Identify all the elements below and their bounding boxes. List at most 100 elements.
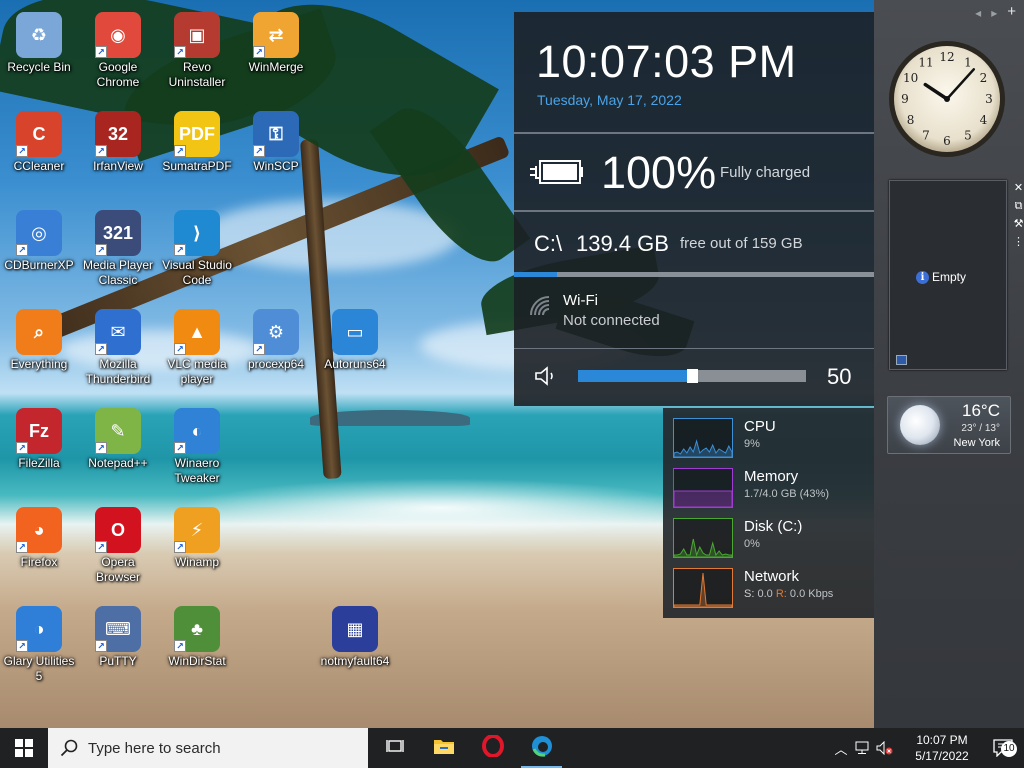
shortcut-arrow-icon: ↗ [174, 541, 186, 553]
action-center-button[interactable]: 10 [982, 728, 1024, 768]
drag-handle-icon[interactable]: ⋮ [1013, 234, 1024, 250]
perf-name: Disk (C:) [744, 518, 803, 535]
analog-clock-gadget[interactable]: 1 2 3 4 5 6 7 8 9 10 11 12 [886, 38, 1008, 160]
taskbar-task-view-button[interactable] [370, 728, 419, 768]
desktop-icon-everything[interactable]: ⌕ Everything [0, 301, 78, 393]
shortcut-arrow-icon: ↗ [95, 343, 107, 355]
perf-row-cpu[interactable]: CPU 9% [673, 418, 873, 462]
net-send-label: S: [744, 588, 755, 600]
desktop-icon-firefox[interactable]: ◕ ↗ Firefox [0, 499, 78, 591]
desktop-icon-label: Visual Studio Code [162, 258, 232, 287]
network-icon[interactable] [852, 728, 874, 768]
desktop-icon-autoruns[interactable]: ▭ Autoruns64 [316, 301, 394, 393]
desktop-icon-chrome[interactable]: ◉ ↗ Google Chrome [79, 4, 157, 96]
desktop-icon-putty[interactable]: ⌨ ↗ PuTTY [79, 598, 157, 690]
taskbar-file-explorer-button[interactable] [419, 728, 468, 768]
system-tray: ︿ 10:07 PM 5/17/2022 10 [830, 728, 1024, 768]
desktop-icon-label: Everything [10, 357, 68, 371]
shortcut-arrow-icon: ↗ [16, 640, 28, 652]
clock-numeral: 5 [964, 128, 972, 142]
desktop-icon-thunderbird[interactable]: ✉ ↗ Mozilla Thunderbird [79, 301, 157, 393]
desktop-icon-winmerge[interactable]: ⇄ ↗ WinMerge [237, 4, 315, 96]
everything-icon: ⌕ [16, 309, 62, 355]
perf-row-disk-c[interactable]: Disk (C:) 0% [673, 518, 873, 562]
taskbar-clock[interactable]: 10:07 PM 5/17/2022 [902, 732, 982, 764]
slideshow-thumbnail-icon[interactable] [896, 355, 907, 365]
desktop-icon-revo-uninstaller[interactable]: ▣ ↗ Revo Uninstaller [158, 4, 236, 96]
desktop-icon-cdburnerxp[interactable]: ◎ ↗ CDBurnerXP [0, 202, 78, 294]
winmerge-icon: ⇄ ↗ [253, 12, 299, 58]
putty-icon: ⌨ ↗ [95, 606, 141, 652]
winaero-tweaker-icon: ◐ ↗ [174, 408, 220, 454]
desktop-icon-procexp[interactable]: ⚙ ↗ procexp64 [237, 301, 315, 393]
desktop-icon-vlc[interactable]: ▲ ↗ VLC media player [158, 301, 236, 393]
desktop-icon-media-player-classic[interactable]: 321 ↗ Media Player Classic [79, 202, 157, 294]
speaker-icon[interactable] [534, 365, 560, 387]
wifi-icon[interactable] [528, 294, 552, 318]
divider [514, 348, 874, 349]
desktop-icon-vscode[interactable]: ⟩ ↗ Visual Studio Code [158, 202, 236, 294]
previous-icon[interactable]: ◂ [975, 6, 981, 20]
ccleaner-icon: C ↗ [16, 111, 62, 157]
desktop-icon-label: PuTTY [99, 654, 137, 668]
search-box[interactable]: Type here to search [48, 728, 368, 768]
clock-face-icon: 1234567891011 12 [889, 41, 1005, 157]
slideshow-empty-text: Empty [932, 270, 967, 284]
edge-icon [531, 735, 553, 762]
clock-numeral: 6 [943, 134, 951, 148]
desktop-icon-sumatrapdf[interactable]: PDF ↗ SumatraPDF [158, 103, 236, 195]
perf-graph [673, 568, 733, 608]
shortcut-arrow-icon: ↗ [253, 46, 265, 58]
shortcut-arrow-icon: ↗ [95, 442, 107, 454]
volume-muted-icon[interactable] [874, 728, 896, 768]
shortcut-arrow-icon: ↗ [174, 442, 186, 454]
taskbar-time: 10:07 PM [916, 733, 968, 747]
desktop-icon-opera[interactable]: O ↗ Opera Browser [79, 499, 157, 591]
wifi-label[interactable]: Wi-Fi [563, 292, 598, 309]
desktop-icon-winamp[interactable]: ⚡ ↗ Winamp [158, 499, 236, 591]
resize-icon[interactable]: ⧉ [1013, 198, 1024, 214]
disk-drive-letter: C:\ [534, 231, 563, 256]
next-icon[interactable]: ▸ [991, 6, 997, 20]
shortcut-arrow-icon: ↗ [95, 244, 107, 256]
desktop-icon-label: Winaero Tweaker [174, 456, 220, 485]
add-gadget-icon[interactable]: + [1007, 4, 1016, 20]
desktop-icon-ccleaner[interactable]: C ↗ CCleaner [0, 103, 78, 195]
flyout-date[interactable]: Tuesday, May 17, 2022 [537, 92, 682, 108]
desktop-icon-label: FileZilla [18, 456, 60, 470]
desktop-icon-recycle-bin[interactable]: ♻ Recycle Bin [0, 4, 78, 96]
desktop-icon-notepadpp[interactable]: ✎ ↗ Notepad++ [79, 400, 157, 492]
clock-numeral: 12 [939, 50, 954, 64]
flyout-time: 10:07:03 PM [536, 36, 797, 87]
taskbar-edge-button[interactable] [517, 728, 566, 768]
divider [514, 210, 874, 212]
perf-name: Network [744, 568, 800, 585]
desktop-icon-filezilla[interactable]: Fz ↗ FileZilla [0, 400, 78, 492]
clock-numeral: 11 [918, 56, 933, 70]
desktop-icon-winaero-tweaker[interactable]: ◐ ↗ Winaero Tweaker [158, 400, 236, 492]
perf-row-memory[interactable]: Memory 1.7/4.0 GB (43%) [673, 468, 873, 512]
slideshow-gadget[interactable]: i Empty [889, 180, 1007, 370]
desktop-icon-glary-utilities[interactable]: ◑ ↗ Glary Utilities 5 [0, 598, 78, 690]
desktop-icon-label: WinSCP [253, 159, 299, 173]
disk-usage-fill [514, 272, 558, 277]
moon-icon [900, 405, 940, 445]
autoruns-icon: ▭ [332, 309, 378, 355]
weather-temperature: 16°C [962, 401, 1000, 420]
shortcut-arrow-icon: ↗ [16, 244, 28, 256]
desktop-icon-winscp[interactable]: ⚿ ↗ WinSCP [237, 103, 315, 195]
desktop-icon-irfanview[interactable]: 32 ↗ IrfanView [79, 103, 157, 195]
sumatrapdf-icon: PDF ↗ [174, 111, 220, 157]
volume-thumb[interactable] [687, 369, 698, 383]
weather-gadget[interactable]: 16°C 23° / 13° New York [887, 396, 1011, 454]
chevron-up-icon[interactable]: ︿ [830, 728, 852, 768]
close-icon[interactable]: ✕ [1013, 180, 1024, 196]
desktop-icon-notmyfault[interactable]: ▦ notmyfault64 [316, 598, 394, 690]
perf-row-network[interactable]: Network S: 0.0 R: 0.0 Kbps [673, 568, 873, 612]
desktop-icon-label: notmyfault64 [320, 654, 390, 668]
wrench-icon[interactable]: ⚒ [1013, 216, 1024, 232]
start-button[interactable] [0, 728, 48, 768]
volume-slider[interactable] [578, 369, 806, 383]
taskbar-opera-button[interactable] [468, 728, 517, 768]
desktop-icon-windirstat[interactable]: ♣ ↗ WinDirStat [158, 598, 236, 690]
